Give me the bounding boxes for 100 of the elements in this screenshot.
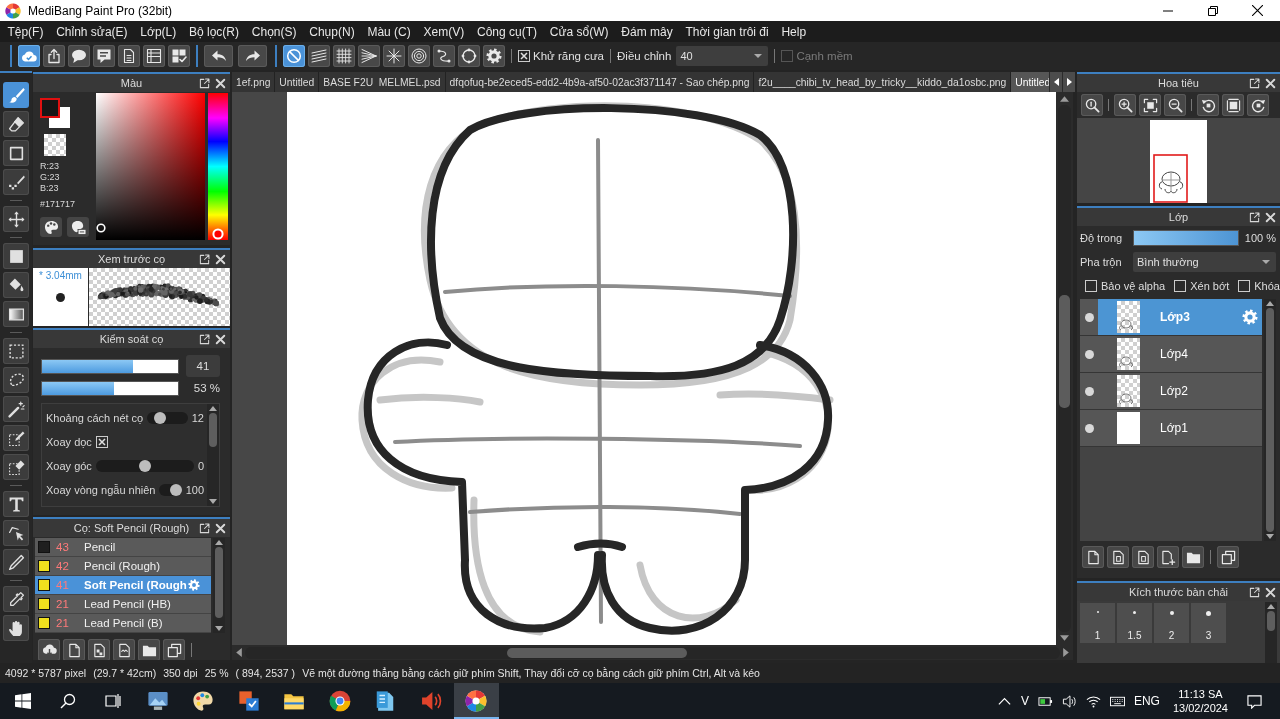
visibility-dot-icon[interactable] (1084, 312, 1094, 322)
popout-icon[interactable] (1249, 586, 1260, 598)
clock-time[interactable]: 11:13 SA (1178, 687, 1223, 701)
close-icon[interactable] (1265, 77, 1276, 89)
page-preview-drawing[interactable] (1150, 120, 1207, 203)
panel-button[interactable] (63, 639, 85, 660)
document-tab[interactable]: f2u____chibi_tv_head_by_tricky__kiddo_da1osbc.png (754, 72, 1012, 92)
scroll-up-icon[interactable] (215, 540, 223, 545)
setting-slider[interactable] (95, 460, 194, 472)
scrollbar-thumb[interactable] (1266, 308, 1274, 532)
hue-marker-icon[interactable] (212, 228, 224, 240)
layer-opacity-slider[interactable] (1133, 230, 1239, 246)
panel-button[interactable] (138, 639, 160, 660)
brush-item[interactable]: 21 Lead Pencil (HB) (35, 595, 211, 614)
layer-button[interactable] (1157, 546, 1179, 568)
tool-button[interactable] (3, 206, 29, 232)
ruler-button[interactable] (458, 45, 480, 67)
scroll-left-icon[interactable] (236, 648, 242, 657)
navigator-button[interactable] (1139, 94, 1161, 116)
tool-button[interactable] (3, 301, 29, 327)
ruler-button[interactable] (433, 45, 455, 67)
document-tab[interactable]: BASE F2U MELMEL.psd (319, 72, 446, 92)
popout-icon[interactable] (1249, 77, 1260, 89)
language-indicator[interactable]: ENG (1133, 694, 1160, 708)
toolbar-button[interactable] (93, 45, 115, 67)
vertical-scrollbar[interactable] (1056, 92, 1073, 645)
tool-button[interactable] (3, 367, 29, 393)
picker-ring-icon[interactable] (96, 223, 106, 233)
navigator-button[interactable] (1222, 94, 1244, 116)
scrollbar[interactable] (207, 404, 219, 506)
scrollbar[interactable] (1265, 602, 1277, 663)
panel-button[interactable] (38, 639, 60, 660)
ruler-button[interactable] (358, 45, 380, 67)
layer-button[interactable] (1132, 546, 1154, 568)
tab-scroll-right-button[interactable] (1063, 72, 1075, 92)
brush-size-cell[interactable]: 2 (1153, 602, 1190, 644)
scrollbar-thumb[interactable] (209, 413, 217, 447)
toolbar-button[interactable] (118, 45, 140, 67)
ruler-button[interactable] (408, 45, 430, 67)
tab-scroll-left-button[interactable] (1050, 72, 1062, 92)
toolbar-button[interactable] (238, 45, 267, 67)
tool-button[interactable] (3, 243, 29, 269)
palette-settings-button[interactable] (67, 217, 89, 237)
menu-item[interactable]: Xem(V) (417, 24, 471, 39)
menu-item[interactable]: Lớp(L) (133, 24, 183, 39)
toolbar-button[interactable] (168, 45, 190, 67)
tool-button[interactable] (3, 338, 29, 364)
visibility-dot-icon[interactable] (1084, 386, 1094, 396)
brush-item[interactable]: 43 Pencil (35, 538, 211, 557)
tool-button[interactable] (3, 396, 29, 422)
panel-button[interactable] (88, 639, 110, 660)
document-tab[interactable]: dfqofuq-be2eced5-edd2-4b9a-af50-02ac3f371147 - Sao chép.png (445, 72, 755, 92)
gear-icon[interactable] (1242, 309, 1258, 325)
close-icon[interactable] (215, 77, 226, 89)
taskbar-app-button[interactable] (453, 683, 499, 719)
toolbar-button[interactable] (18, 45, 40, 67)
size-value-field[interactable]: 41 (186, 355, 220, 377)
scroll-up-icon[interactable] (1266, 301, 1274, 306)
ruler-button[interactable] (333, 45, 355, 67)
setting-slider[interactable] (147, 412, 188, 424)
popout-icon[interactable] (1249, 211, 1260, 223)
ruler-button[interactable] (483, 45, 505, 67)
menu-item[interactable]: Màu (C) (361, 24, 418, 39)
horizontal-scrollbar[interactable] (232, 645, 1073, 660)
document-tab[interactable]: Untitled (275, 72, 320, 92)
brush-size-cell[interactable]: 1.5 (1116, 602, 1153, 644)
scroll-down-icon[interactable] (215, 626, 223, 631)
navigator-button[interactable] (1247, 94, 1269, 116)
panel-button[interactable] (163, 639, 185, 660)
tool-button[interactable] (3, 425, 29, 451)
ruler-button[interactable] (308, 45, 330, 67)
panel-button[interactable] (113, 639, 135, 660)
tool-button[interactable] (3, 454, 29, 480)
tool-button[interactable] (3, 491, 29, 517)
palette-button[interactable] (40, 217, 62, 237)
volume-icon[interactable] (1061, 693, 1077, 709)
visibility-dot-icon[interactable] (1084, 349, 1094, 359)
hue-bar[interactable] (208, 93, 228, 240)
clock-date[interactable]: 13/02/2024 (1172, 701, 1228, 715)
transparent-swatch[interactable] (44, 134, 66, 156)
opacity-slider[interactable] (41, 380, 179, 396)
tool-button[interactable] (3, 615, 29, 641)
scrollbar[interactable] (1264, 299, 1276, 541)
navigator-button[interactable] (1114, 94, 1136, 116)
close-icon[interactable] (215, 522, 226, 534)
toolbar-button[interactable] (43, 45, 65, 67)
tool-button[interactable] (3, 549, 29, 575)
wifi-icon[interactable] (1085, 693, 1101, 709)
toolbar-button[interactable] (204, 45, 233, 67)
menu-item[interactable]: Chọn(S) (245, 24, 303, 39)
menu-item[interactable]: Tệp(F) (1, 24, 50, 39)
tool-button[interactable] (3, 169, 29, 195)
tool-button[interactable] (3, 520, 29, 546)
notification-icon[interactable] (1247, 693, 1262, 709)
close-icon[interactable] (215, 253, 226, 265)
slider-thumb[interactable] (169, 484, 182, 496)
popout-icon[interactable] (199, 333, 210, 345)
toolbar-button[interactable] (143, 45, 165, 67)
brush-item[interactable]: 42 Pencil (Rough) (35, 557, 211, 576)
scroll-down-icon[interactable] (1060, 635, 1069, 641)
